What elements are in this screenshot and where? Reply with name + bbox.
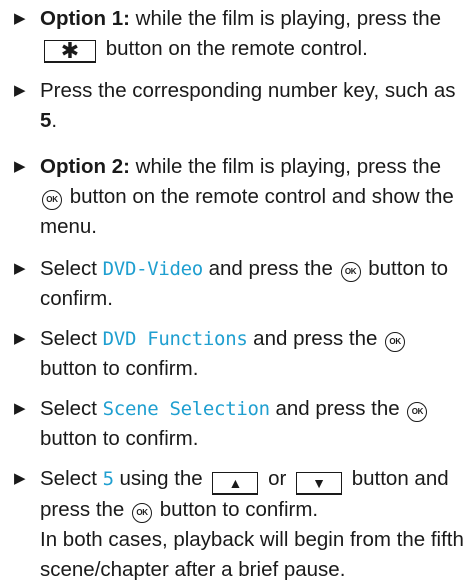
step-select-dvd-functions: ▶ Select DVD Functions and press the OK … bbox=[14, 324, 465, 384]
step-select-dvd-video: ▶ Select DVD-Video and press the OK butt… bbox=[14, 254, 465, 314]
step-option-2: ▶ Option 2: while the film is playing, p… bbox=[14, 152, 465, 242]
step-number-key: ▶ Press the corresponding number key, su… bbox=[14, 76, 465, 136]
ok-button-icon: OK bbox=[407, 402, 428, 422]
option-label: Option 1: bbox=[40, 7, 130, 30]
arrow-down-key-icon: ▼ bbox=[296, 472, 343, 495]
step-text: Select bbox=[40, 257, 103, 280]
display-text-scene-selection: Scene Selection bbox=[102, 398, 270, 420]
step-text: while the film is playing, press the bbox=[129, 155, 442, 178]
step-text: and press the bbox=[247, 327, 384, 350]
step-option-1: ▶ Option 1: while the film is playing, p… bbox=[14, 4, 465, 64]
option-label: Option 2: bbox=[40, 155, 130, 178]
bullet-icon: ▶ bbox=[14, 82, 26, 99]
step-text: or bbox=[262, 467, 293, 490]
bullet-icon: ▶ bbox=[14, 10, 26, 27]
number-key-label: 5 bbox=[40, 109, 52, 132]
step-text: button to confirm. bbox=[154, 498, 319, 521]
display-text-5: 5 bbox=[102, 468, 114, 490]
step-text: Select bbox=[40, 467, 103, 490]
result-text: In both cases, playback will begin from … bbox=[40, 528, 464, 581]
step-text: button on the remote control. bbox=[100, 37, 368, 60]
step-select-scene-selection: ▶ Select Scene Selection and press the O… bbox=[14, 394, 465, 454]
step-text: while the film is playing, press the bbox=[129, 7, 442, 30]
step-text: . bbox=[51, 109, 58, 132]
step-text: button to confirm. bbox=[40, 427, 199, 450]
step-text: Press the corresponding number key, such… bbox=[40, 79, 456, 102]
step-text: button on the remote control and show th… bbox=[40, 185, 454, 238]
step-text: button to confirm. bbox=[40, 357, 199, 380]
step-text: using the bbox=[113, 467, 209, 490]
bullet-icon: ▶ bbox=[14, 400, 26, 417]
bullet-icon: ▶ bbox=[14, 470, 26, 487]
step-text: Select bbox=[40, 327, 103, 350]
step-text: and press the bbox=[269, 397, 406, 420]
instruction-page: ▶ Option 1: while the film is playing, p… bbox=[0, 0, 473, 585]
ok-button-icon: OK bbox=[385, 332, 406, 352]
step-text: Select bbox=[40, 397, 103, 420]
step-text: and press the bbox=[202, 257, 339, 280]
display-text-dvd-functions: DVD Functions bbox=[102, 328, 248, 350]
step-select-5: ▶ Select 5 using the ▲ or ▼ button and p… bbox=[14, 464, 465, 585]
ok-button-icon: OK bbox=[42, 190, 62, 210]
bullet-icon: ▶ bbox=[14, 330, 26, 347]
ok-button-icon: OK bbox=[340, 262, 361, 282]
ok-button-icon: OK bbox=[132, 503, 153, 523]
display-text-dvd-video: DVD-Video bbox=[102, 258, 204, 280]
star-key-icon: ✱ bbox=[44, 40, 96, 63]
bullet-icon: ▶ bbox=[14, 158, 26, 175]
arrow-up-key-icon: ▲ bbox=[212, 472, 259, 495]
bullet-icon: ▶ bbox=[14, 260, 26, 277]
